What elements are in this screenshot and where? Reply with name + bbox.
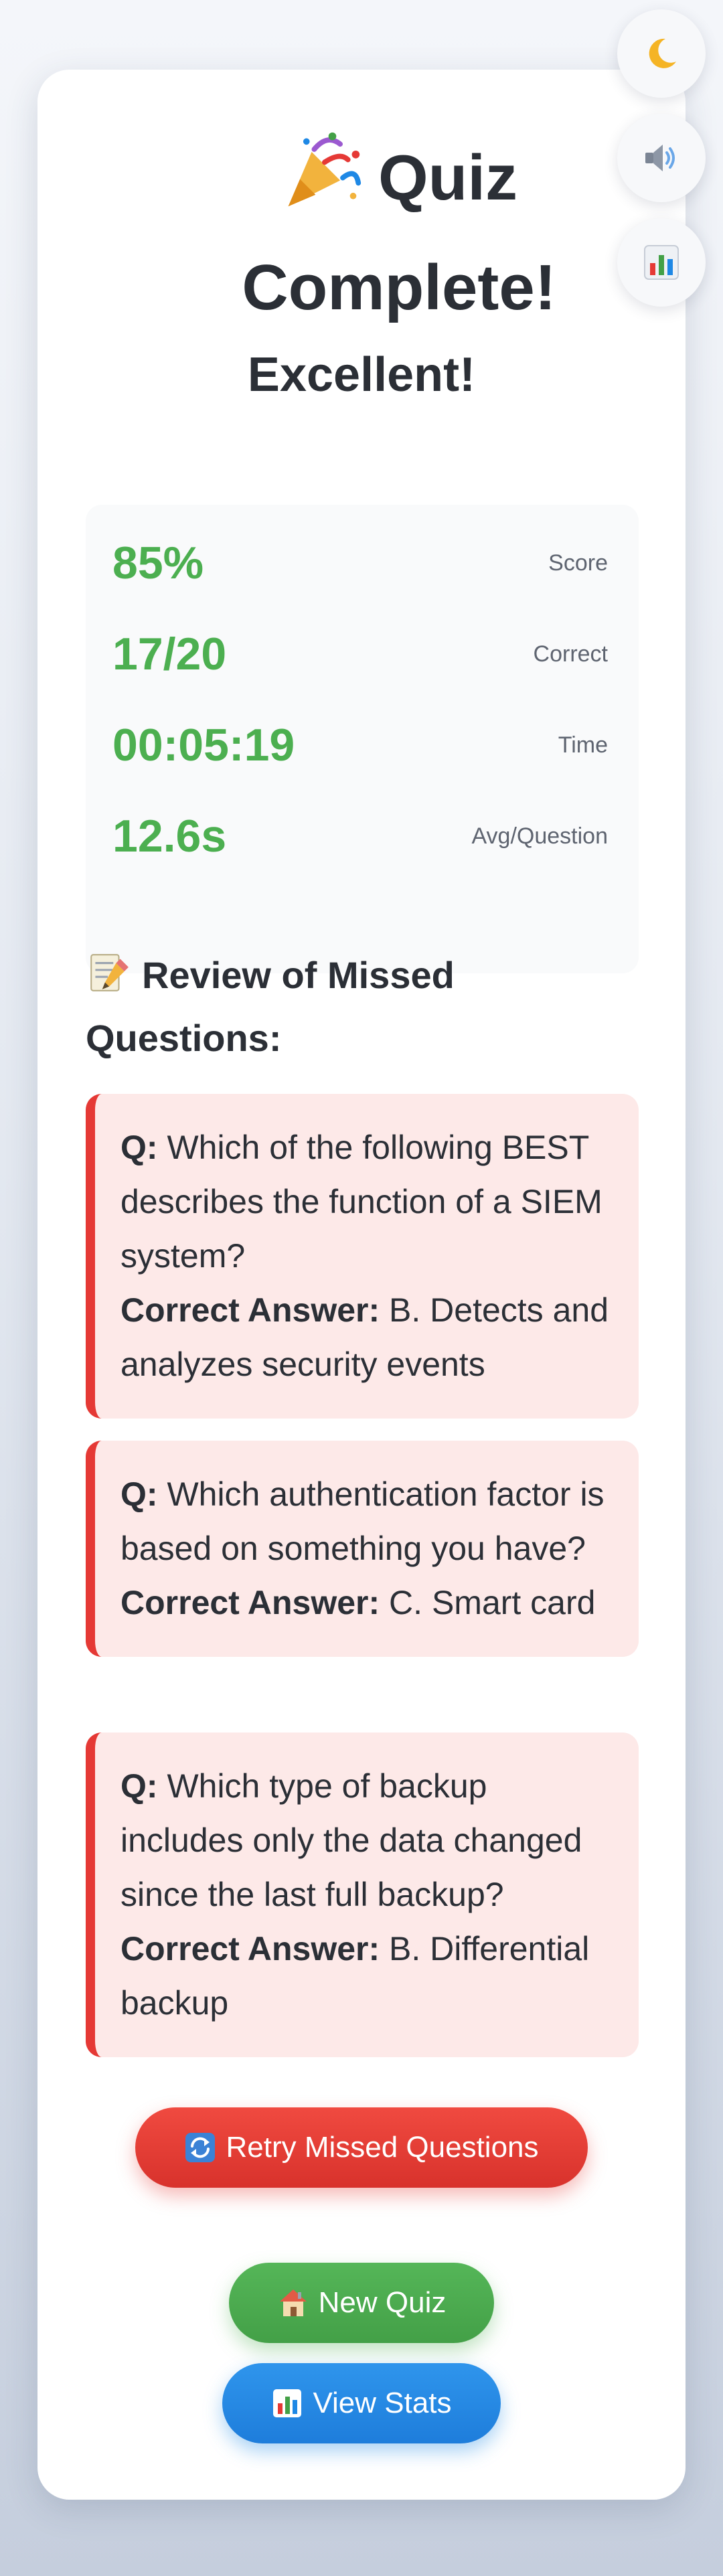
question-prefix: Q: (120, 1767, 158, 1805)
stat-value: 00:05:19 (112, 720, 295, 771)
result-rating: Excellent! (247, 348, 476, 402)
party-popper-icon (288, 132, 362, 207)
stat-label: Time (558, 732, 608, 758)
bar-chart-icon (644, 245, 679, 280)
new-quiz-button[interactable]: New Quiz (229, 2263, 494, 2343)
memo-icon (90, 954, 129, 991)
sound-toggle-button[interactable] (617, 114, 706, 202)
stats-panel: 85% Score 17/20 Correct 00:05:19 Time 12… (86, 505, 639, 973)
answer-prefix: Correct Answer: (120, 1930, 380, 1967)
theme-toggle-button[interactable] (617, 9, 706, 98)
stats-shortcut-button[interactable] (617, 218, 706, 307)
stat-value: 12.6s (112, 811, 227, 862)
new-quiz-label: New Quiz (318, 2286, 447, 2319)
answer-prefix: Correct Answer: (120, 1584, 380, 1621)
stat-label: Score (548, 550, 608, 576)
stat-value: 85% (112, 538, 204, 588)
question-line: Q: Which of the following BEST describes… (120, 1121, 619, 1283)
missed-question-card: Q: Which authentication factor is based … (86, 1441, 639, 1657)
stat-avg-question: 12.6s Avg/Question (112, 799, 608, 873)
crescent-moon-icon (649, 38, 676, 68)
question-text: Which authentication factor is based on … (120, 1475, 605, 1567)
answer-text: C. Smart card (389, 1584, 596, 1621)
question-prefix: Q: (120, 1129, 158, 1166)
question-line: Q: Which type of backup includes only th… (120, 1759, 619, 1922)
view-stats-button[interactable]: View Stats (222, 2363, 501, 2443)
stat-label: Avg/Question (471, 823, 608, 849)
speaker-icon (645, 145, 675, 171)
page-title: Quiz Complete! (145, 123, 653, 343)
answer-line: Correct Answer: B. Detects and analyzes … (120, 1283, 619, 1392)
retry-missed-label: Retry Missed Questions (226, 2131, 539, 2164)
question-text: Which type of backup includes only the d… (120, 1767, 582, 1913)
question-line: Q: Which authentication factor is based … (120, 1467, 619, 1576)
stat-label: Correct (533, 641, 608, 667)
review-heading-text: Review of Missed Questions: (86, 954, 455, 1059)
retry-missed-button[interactable]: Retry Missed Questions (135, 2107, 588, 2188)
stat-correct: 17/20 Correct (112, 617, 608, 691)
question-prefix: Q: (120, 1475, 158, 1513)
repeat-arrows-icon (185, 2133, 216, 2162)
missed-question-card: Q: Which of the following BEST describes… (86, 1094, 639, 1419)
missed-question-card: Q: Which type of backup includes only th… (86, 1733, 639, 2057)
bar-chart-icon (273, 2389, 302, 2417)
stat-time: 00:05:19 Time (112, 708, 608, 782)
stat-value: 17/20 (112, 629, 227, 679)
stat-score: 85% Score (112, 526, 608, 600)
view-stats-label: View Stats (313, 2387, 452, 2419)
question-text: Which of the following BEST describes th… (120, 1129, 602, 1275)
answer-line: Correct Answer: C. Smart card (120, 1576, 619, 1630)
review-heading: Review of Missed Questions: (86, 944, 594, 1070)
answer-line: Correct Answer: B. Differential backup (120, 1922, 619, 2030)
house-icon (279, 2289, 307, 2316)
answer-prefix: Correct Answer: (120, 1291, 380, 1329)
results-card: Quiz Complete! Excellent! 85% Score 17/2… (37, 70, 686, 2500)
